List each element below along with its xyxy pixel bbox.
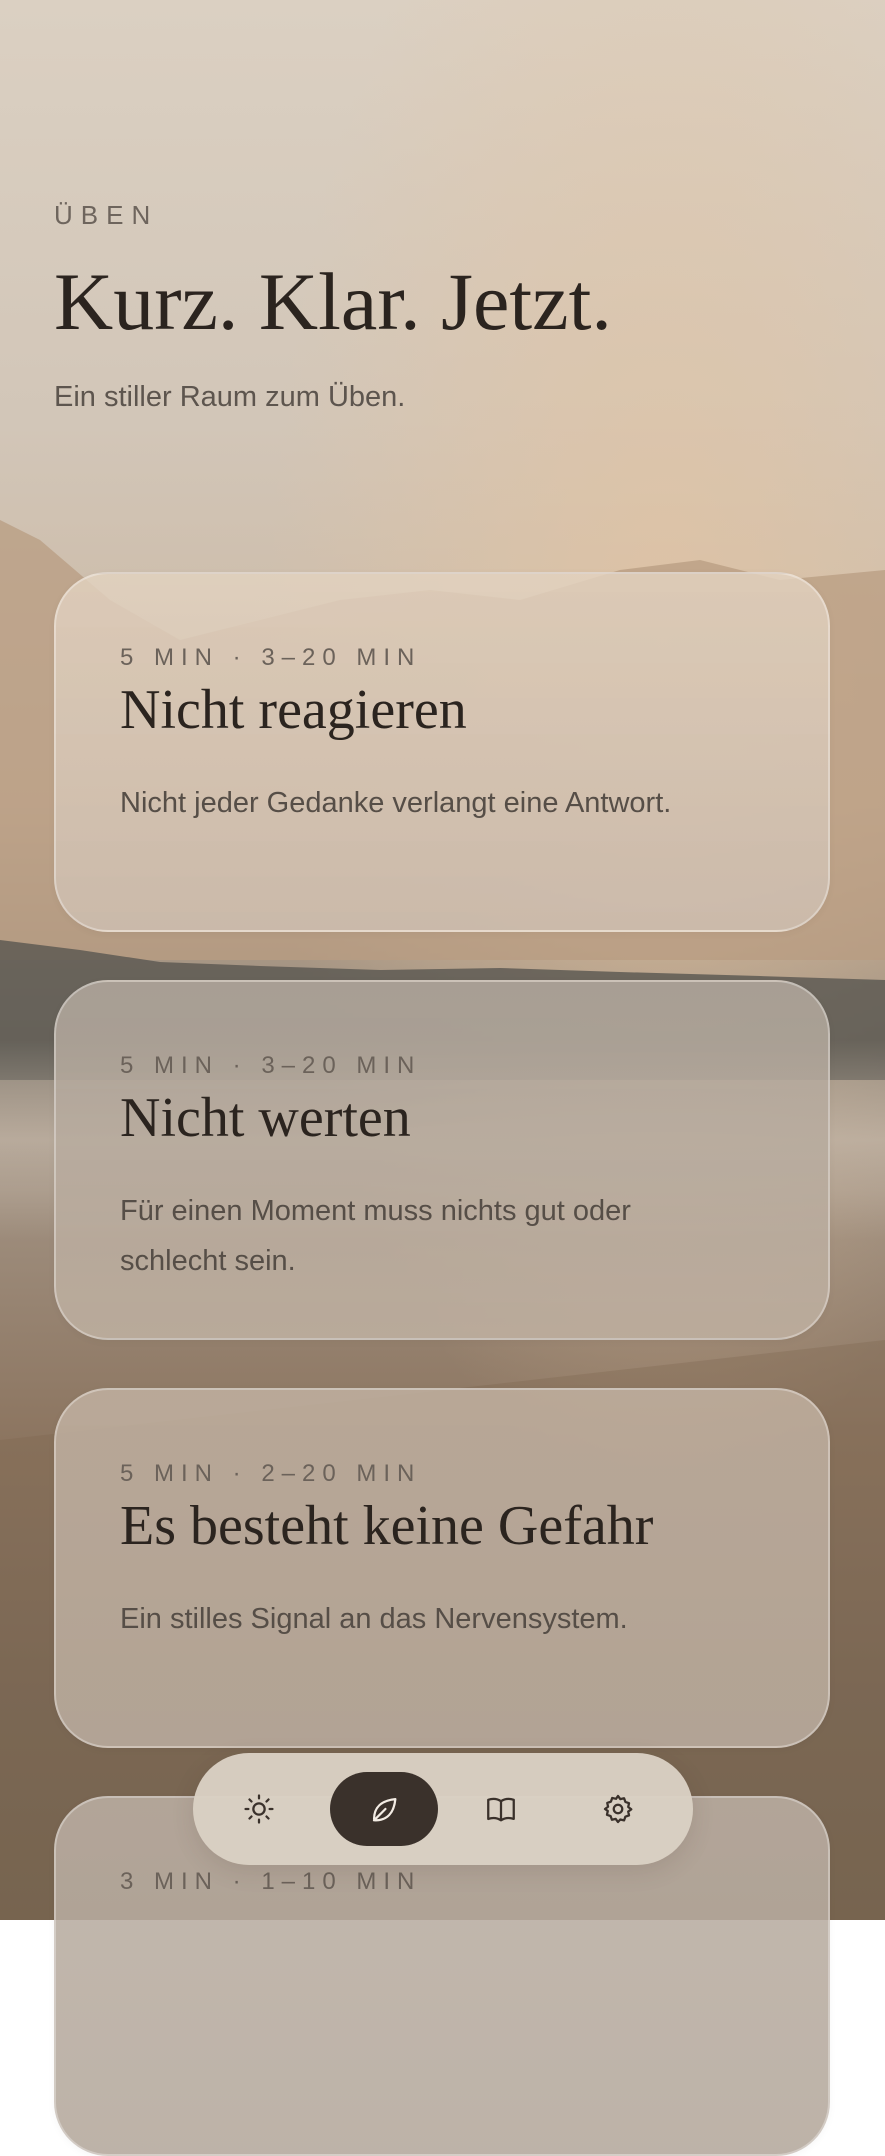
tab-settings[interactable] — [564, 1772, 672, 1846]
page-subtitle: Ein stiller Raum zum Üben. — [54, 381, 406, 414]
bottom-tab-bar — [193, 1753, 693, 1865]
tab-practice[interactable] — [330, 1772, 438, 1846]
card-title: Nicht werten — [120, 1087, 411, 1149]
page-header: ÜBEN Kurz. Klar. Jetzt. Ein stiller Raum… — [54, 200, 834, 414]
card-title: Es besteht keine Gefahr — [120, 1495, 654, 1557]
card-duration: 5 MIN · 3–20 MIN — [120, 644, 422, 671]
tab-today[interactable] — [205, 1772, 313, 1846]
book-icon — [487, 1797, 515, 1822]
page-title: Kurz. Klar. Jetzt. — [54, 256, 612, 347]
tab-library[interactable] — [447, 1772, 555, 1846]
exercise-card-nicht-reagieren[interactable]: 5 MIN · 3–20 MIN Nicht reagieren Nicht j… — [54, 572, 830, 932]
card-duration: 3 MIN · 1–10 MIN — [120, 1868, 422, 1895]
card-duration: 5 MIN · 2–20 MIN — [120, 1460, 422, 1487]
card-title: Nicht reagieren — [120, 679, 467, 741]
section-eyebrow: ÜBEN — [54, 200, 159, 230]
exercise-card-keine-gefahr[interactable]: 5 MIN · 2–20 MIN Es besteht keine Gefahr… — [54, 1388, 830, 1748]
card-description: Ein stilles Signal an das Nervensystem. — [120, 1602, 628, 1635]
leaf-icon — [372, 1797, 397, 1822]
sun-icon — [244, 1794, 274, 1824]
exercise-card-nicht-werten[interactable]: 5 MIN · 3–20 MIN Nicht werten Für einen … — [54, 980, 830, 1340]
card-description: Für einen Moment muss nichts gut oder sc… — [120, 1194, 631, 1277]
card-description: Nicht jeder Gedanke verlangt eine Antwor… — [120, 786, 672, 819]
gear-icon — [603, 1794, 633, 1824]
card-duration: 5 MIN · 3–20 MIN — [120, 1052, 422, 1079]
